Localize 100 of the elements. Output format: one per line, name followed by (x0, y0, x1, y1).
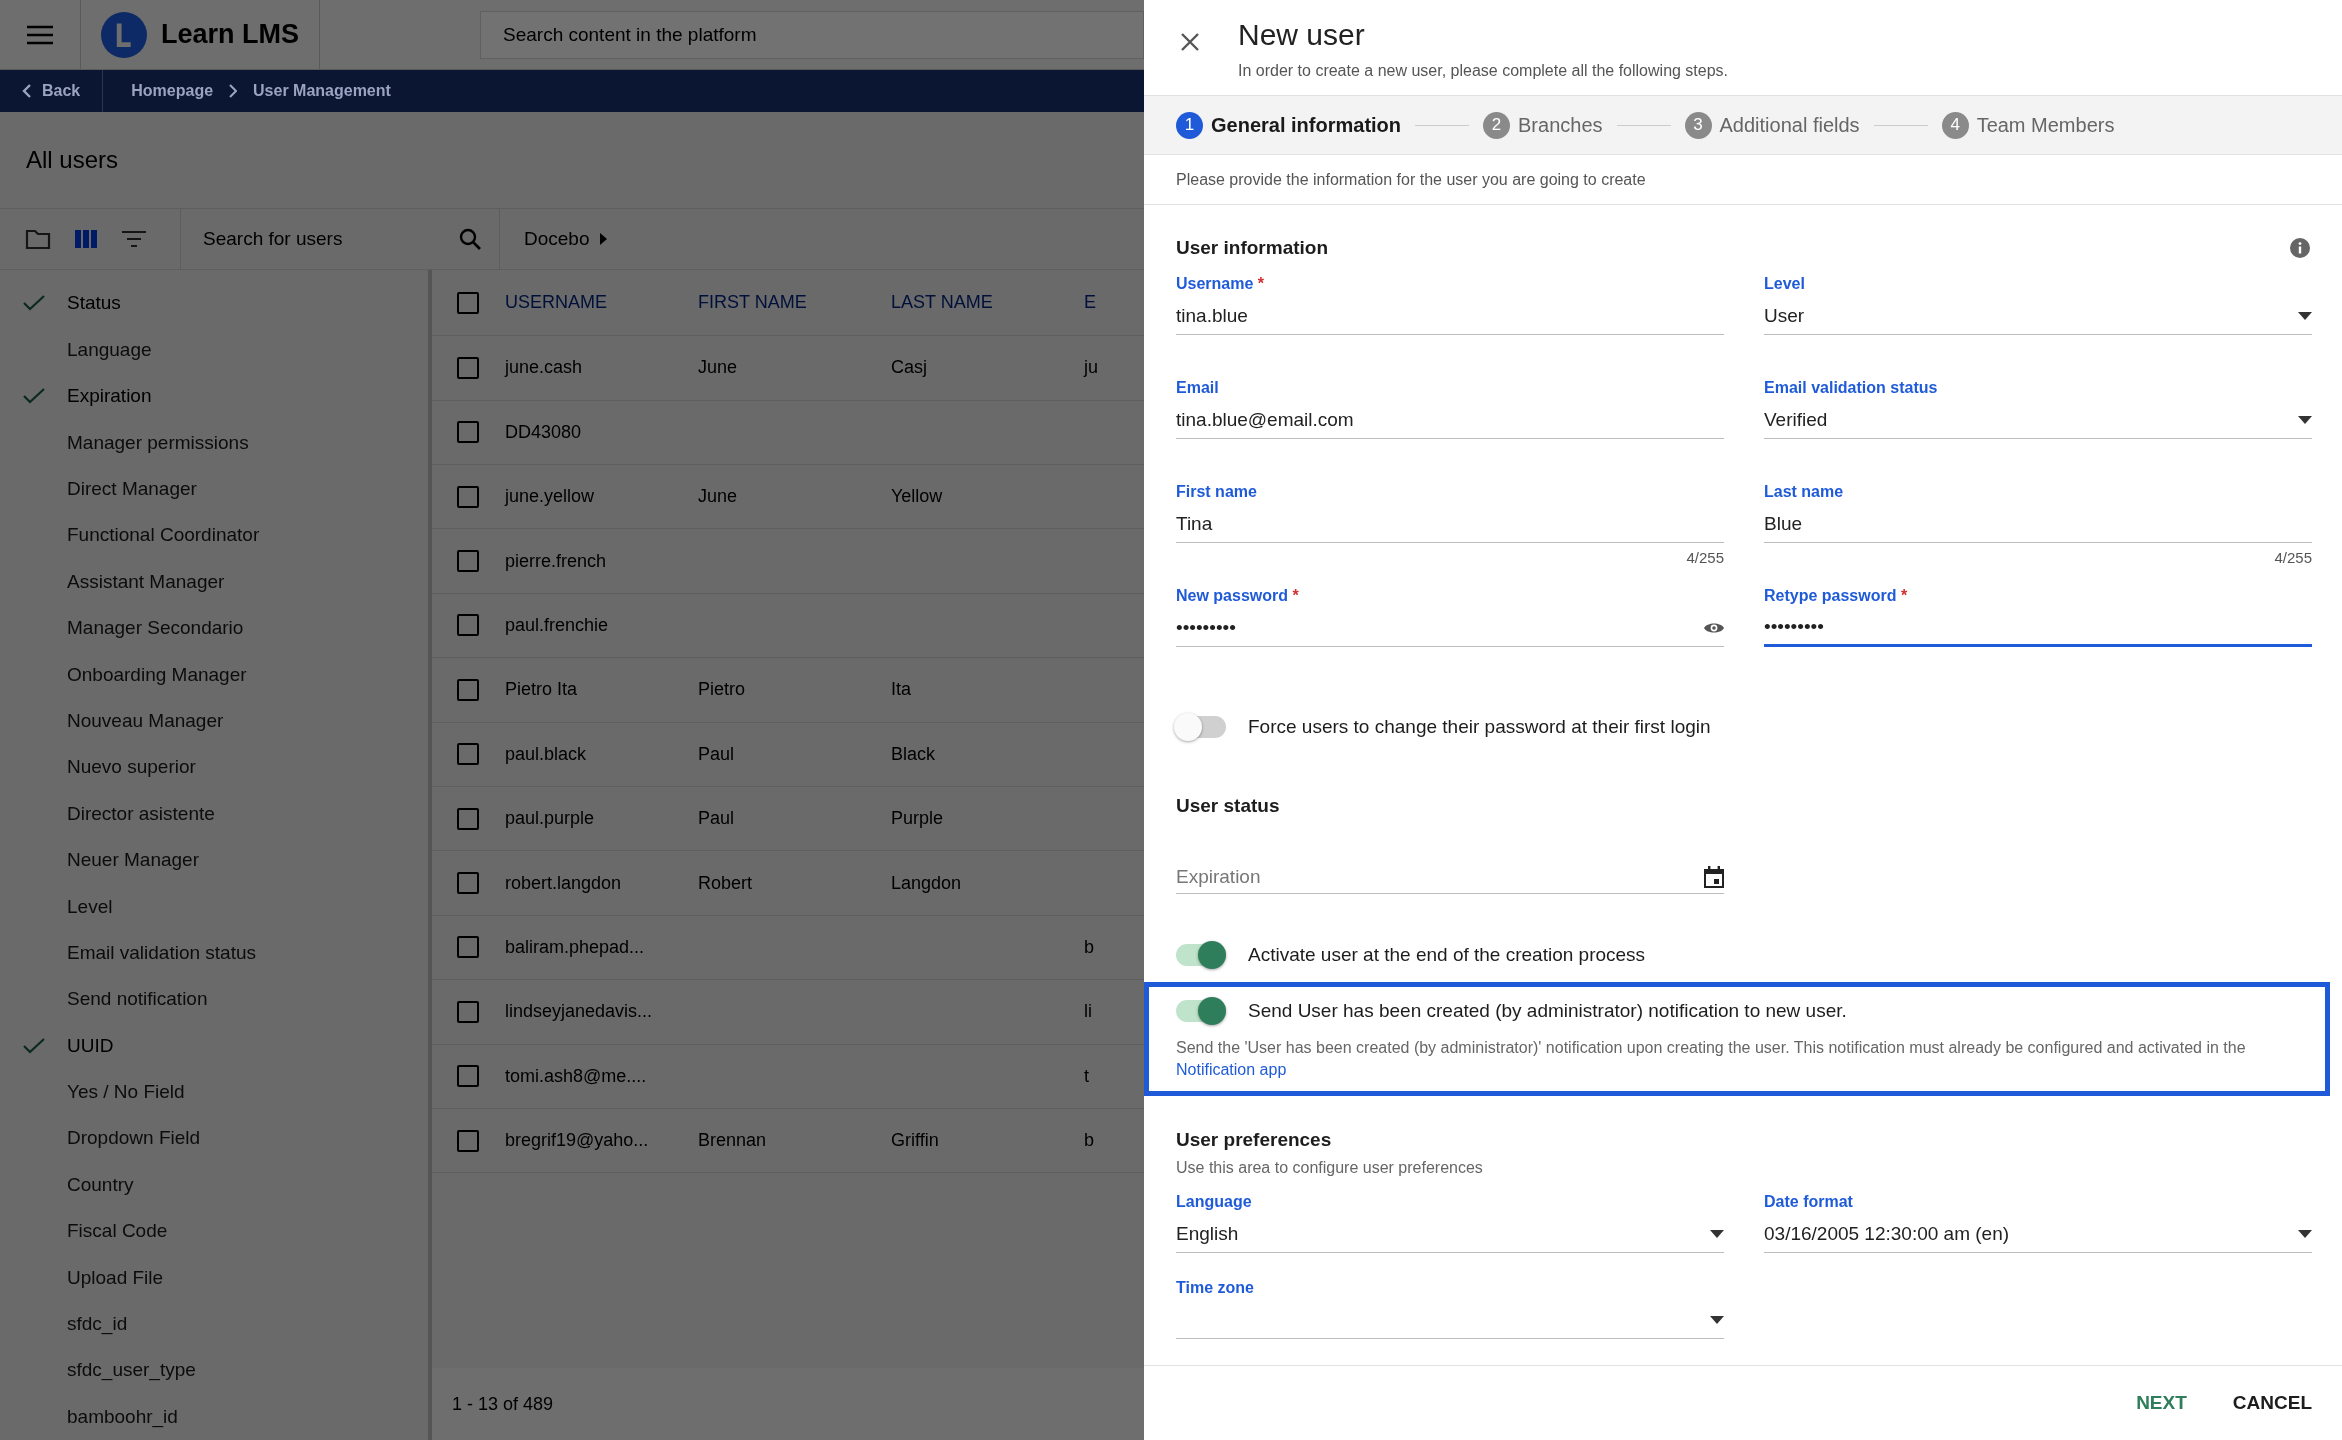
column-option[interactable]: Status (67, 292, 121, 315)
section-title: User preferences (1176, 1129, 1332, 1151)
dropdown-caret-icon (2298, 311, 2312, 320)
checkbox[interactable] (457, 872, 479, 895)
column-option[interactable]: Yes / No Field (67, 1081, 185, 1104)
checkbox[interactable] (457, 678, 479, 701)
toggle-label: Activate user at the end of the creation process (1248, 944, 1646, 967)
branch-path[interactable]: Docebo (524, 228, 590, 251)
column-option[interactable]: Expiration (67, 385, 152, 408)
checkbox[interactable] (457, 485, 479, 508)
column-option[interactable]: Upload File (67, 1266, 164, 1289)
select-field[interactable]: User (1764, 297, 2312, 335)
step-label[interactable]: General information (1211, 113, 1402, 137)
checkbox[interactable] (457, 356, 479, 379)
field-label: First name (1176, 483, 1258, 502)
password-field[interactable]: ••••••••• (1176, 609, 1724, 647)
next-button[interactable]: NEXT (2124, 1382, 2199, 1424)
table-cell: Pietro (698, 679, 746, 700)
column-header[interactable]: USERNAME (505, 292, 698, 314)
column-option[interactable]: Nouveau Manager (67, 709, 224, 732)
field-label: Retype password * (1764, 587, 1909, 606)
step-hint: Please provide the information for the user you are going to create (1144, 155, 2342, 205)
logo-icon (101, 10, 147, 59)
column-option[interactable]: Assistant Manager (67, 570, 225, 593)
checkbox[interactable] (457, 614, 479, 637)
password-field[interactable]: ••••••••• (1764, 609, 2312, 647)
menu-icon[interactable] (27, 24, 53, 45)
toggle-switch[interactable] (1176, 1000, 1226, 1023)
search-field[interactable]: Search for users (180, 208, 500, 271)
column-header[interactable]: E (1084, 292, 1144, 314)
calendar-icon[interactable] (1704, 865, 1724, 888)
column-option[interactable]: Nuevo superior (67, 756, 196, 779)
search-icon[interactable] (459, 228, 481, 251)
input-field[interactable]: Blue (1764, 505, 2312, 543)
column-option[interactable]: UUID (67, 1034, 114, 1057)
column-option[interactable]: Onboarding Manager (67, 663, 247, 686)
checkbox[interactable] (457, 550, 479, 573)
toggle-switch[interactable] (1176, 944, 1226, 967)
step-label[interactable]: Branches (1518, 113, 1603, 137)
breadcrumb-link[interactable]: User Management (253, 82, 391, 100)
column-option[interactable]: sfdc_user_type (67, 1359, 196, 1382)
dialog-subtitle: In order to create a new user, please complete all the following steps. (1238, 62, 1729, 80)
table-cell: paul.purple (505, 808, 595, 829)
pagination-info: 1 - 13 of 489 (452, 1393, 554, 1415)
column-option[interactable]: Manager permissions (67, 431, 249, 454)
checkbox[interactable] (457, 743, 479, 766)
back-link[interactable]: Back (0, 70, 104, 112)
info-icon[interactable] (2290, 238, 2310, 258)
checkbox[interactable] (457, 1129, 479, 1152)
date-field[interactable]: Expiration (1176, 860, 1724, 894)
column-option[interactable]: Level (67, 895, 113, 918)
checkbox[interactable] (457, 936, 479, 959)
step-number: 2 (1483, 111, 1511, 139)
column-option[interactable]: Neuer Manager (67, 849, 200, 872)
column-option[interactable]: Fiscal Code (67, 1220, 168, 1243)
search-field[interactable]: Search content in the platform (480, 10, 1144, 59)
columns-icon (75, 230, 97, 249)
column-option[interactable]: sfdc_id (67, 1313, 128, 1335)
step-label[interactable]: Team Members (1976, 113, 2115, 137)
table-cell: June (698, 486, 738, 507)
column-option[interactable]: Dropdown Field (67, 1127, 201, 1150)
table-cell: baliram.phepad... (505, 936, 645, 957)
table-cell: Pietro Ita (505, 679, 578, 700)
section-subtitle: Use this area to configure user preferences (1175, 1158, 1484, 1177)
checkbox[interactable] (457, 1065, 479, 1088)
chevron-right-icon (229, 84, 238, 98)
table-cell: pierre.french (505, 550, 607, 571)
dropdown-caret-icon (2298, 1229, 2312, 1238)
column-option[interactable]: Language (67, 338, 152, 361)
column-option[interactable]: bamboohr_id (67, 1405, 178, 1428)
table-cell: Yellow (891, 486, 943, 507)
filter-icon (122, 231, 146, 248)
checkbox[interactable] (457, 1000, 479, 1023)
column-option[interactable]: Manager Secondario (67, 617, 244, 640)
cancel-button[interactable]: CANCEL (2220, 1382, 2324, 1424)
column-header[interactable]: LAST NAME (891, 292, 1084, 314)
checkbox[interactable] (457, 807, 479, 830)
column-option[interactable]: Functional Coordinator (67, 524, 260, 547)
column-option[interactable]: Send notification (67, 988, 208, 1011)
input-field[interactable]: tina.blue (1176, 297, 1724, 335)
checkbox[interactable] (457, 291, 479, 314)
step-label[interactable]: Additional fields (1719, 113, 1860, 137)
select-field[interactable]: Verified (1764, 401, 2312, 439)
select-field[interactable]: 03/16/2005 12:30:00 am (en) (1764, 1215, 2312, 1253)
column-header[interactable]: FIRST NAME (698, 292, 891, 314)
column-option[interactable]: Email validation status (67, 941, 257, 964)
notification-app-link[interactable]: Notification app (1176, 1061, 1287, 1079)
toggle-switch[interactable] (1176, 716, 1226, 739)
column-option[interactable]: Director asistente (67, 802, 215, 825)
input-field[interactable]: tina.blue@email.com (1176, 401, 1724, 439)
table-cell: lindseyjanedavis... (505, 1001, 653, 1022)
breadcrumb-link[interactable]: Homepage (131, 82, 214, 100)
checkbox[interactable] (457, 421, 479, 444)
table-cell: Langdon (891, 872, 962, 893)
field-label: New password * (1176, 587, 1300, 606)
input-field[interactable]: Tina (1176, 505, 1724, 543)
column-option[interactable]: Country (67, 1173, 134, 1196)
select-field[interactable]: English (1176, 1215, 1724, 1253)
dropdown-caret-icon (2298, 415, 2312, 424)
column-option[interactable]: Direct Manager (67, 478, 197, 500)
